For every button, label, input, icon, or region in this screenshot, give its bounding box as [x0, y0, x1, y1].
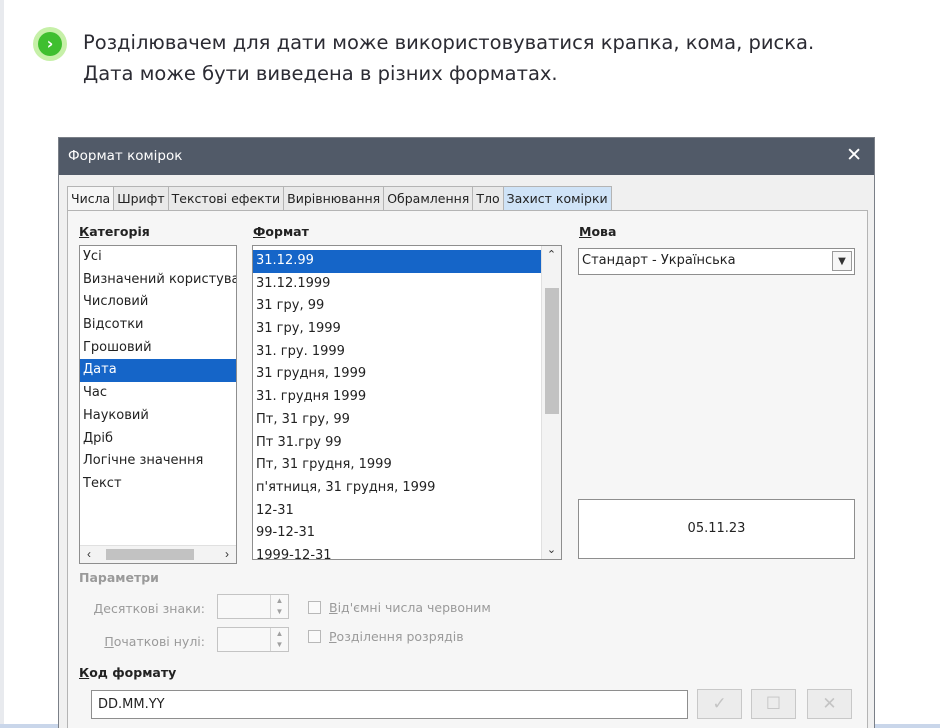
scroll-thumb[interactable] [545, 288, 559, 414]
format-item-selected[interactable]: 31.12.99 [253, 250, 542, 273]
format-vscrollbar[interactable]: ⌃ ⌄ [541, 246, 561, 559]
negative-red-checkbox[interactable] [308, 601, 321, 614]
format-item[interactable]: 31. гру. 1999 [253, 341, 542, 364]
intro-line-2: Дата може бути виведена в різних формата… [83, 62, 558, 85]
scroll-left-icon[interactable]: ‹ [80, 546, 98, 563]
format-cells-dialog: Формат комірок ✕ Числа Шрифт Текстові еф… [58, 137, 875, 728]
format-item[interactable]: Пт, 31 грудня, 1999 [253, 454, 542, 477]
leading-zeros-label: Початкові нулі: [104, 634, 205, 649]
close-icon[interactable]: ✕ [846, 144, 862, 166]
spin-arrows-icon[interactable]: ▲ ▼ [270, 595, 288, 618]
format-item[interactable]: 31.12.1999 [253, 273, 542, 296]
scroll-thumb[interactable] [106, 549, 194, 560]
category-item[interactable]: Грошовий [80, 337, 236, 360]
tab-cell-protection[interactable]: Захист комірки [503, 186, 612, 211]
chevron-down-icon[interactable]: ▼ [832, 251, 852, 271]
delete-icon[interactable]: ✕ [807, 689, 852, 719]
intro-line-1: Розділювачем для дати може використовува… [83, 31, 815, 54]
category-item[interactable]: Відсотки [80, 314, 236, 337]
scroll-up-icon[interactable]: ⌃ [542, 246, 561, 264]
tab-alignment[interactable]: Вирівнювання [284, 186, 385, 211]
dialog-titlebar: Формат комірок ✕ [59, 138, 874, 175]
options-title: Параметри [79, 570, 159, 585]
negative-red-label: Від'ємні числа червоним [329, 600, 491, 615]
format-label: Формат [253, 224, 309, 239]
format-code-input[interactable]: DD.MM.YY [91, 690, 688, 719]
format-item[interactable]: 12-31 [253, 500, 542, 523]
format-item[interactable]: 31 гру, 99 [253, 295, 542, 318]
intro-text: Розділювачем для дати може використовува… [83, 27, 903, 89]
category-label: Категорія [79, 224, 150, 239]
thousands-separator-checkbox[interactable] [308, 630, 321, 643]
tab-numbers[interactable]: Числа [67, 186, 115, 212]
category-item[interactable]: Усі [80, 246, 236, 269]
scroll-down-icon[interactable]: ⌄ [542, 541, 561, 559]
format-item[interactable]: 31 гру, 1999 [253, 318, 542, 341]
thousands-separator-label: Розділення розрядів [329, 629, 464, 644]
language-label: Мова [579, 224, 617, 239]
category-item[interactable]: Числовий [80, 291, 236, 314]
language-value: Стандарт - Українська [582, 253, 736, 268]
tab-font-effects[interactable]: Текстові ефекти [168, 186, 285, 211]
format-item[interactable]: Пт 31.гру 99 [253, 432, 542, 455]
category-item[interactable]: Визначений користувач [80, 269, 236, 292]
category-item[interactable]: Логічне значення [80, 450, 236, 473]
dialog-title: Формат комірок [68, 148, 183, 164]
decimal-places-label: Десяткові знаки: [93, 601, 205, 616]
tab-background[interactable]: Тло [473, 186, 504, 211]
spin-arrows-icon[interactable]: ▲ ▼ [270, 628, 288, 651]
tab-borders[interactable]: Обрамлення [384, 186, 474, 211]
category-item-selected[interactable]: Дата [80, 359, 236, 383]
format-item[interactable]: 1999-12-31 [253, 545, 542, 559]
leading-zeros-spinner[interactable]: ▲ ▼ [217, 627, 289, 652]
left-rule [0, 0, 4, 728]
format-item[interactable]: 31 грудня, 1999 [253, 363, 542, 386]
format-code-label: Код формату [79, 665, 177, 680]
decimal-places-spinner[interactable]: ▲ ▼ [217, 594, 289, 619]
scroll-right-icon[interactable]: › [218, 546, 236, 563]
tab-bar: Числа Шрифт Текстові ефекти Вирівнювання… [67, 186, 612, 212]
format-item[interactable]: п'ятниця, 31 грудня, 1999 [253, 477, 542, 500]
format-item[interactable]: 99-12-31 [253, 522, 542, 545]
category-item[interactable]: Час [80, 382, 236, 405]
category-list[interactable]: Усі Визначений користувач Числовий Відсо… [79, 245, 237, 564]
category-item[interactable]: Текст [80, 473, 236, 496]
format-list[interactable]: 31.12.99 31.12.1999 31 гру, 99 31 гру, 1… [252, 245, 562, 560]
category-item[interactable]: Науковий [80, 405, 236, 428]
language-select[interactable]: Стандарт - Українська ▼ [578, 248, 855, 275]
format-item[interactable]: 31. грудня 1999 [253, 386, 542, 409]
category-hscrollbar[interactable]: ‹ › [80, 545, 236, 563]
accept-icon[interactable]: ✓ [697, 689, 742, 719]
format-preview: 05.11.23 [578, 499, 855, 559]
category-item[interactable]: Дріб [80, 428, 236, 451]
comment-icon[interactable]: ☐ [751, 689, 796, 719]
format-item[interactable]: Пт, 31 гру, 99 [253, 409, 542, 432]
chevron-right-icon: › [33, 27, 67, 61]
tab-font[interactable]: Шрифт [114, 186, 169, 211]
